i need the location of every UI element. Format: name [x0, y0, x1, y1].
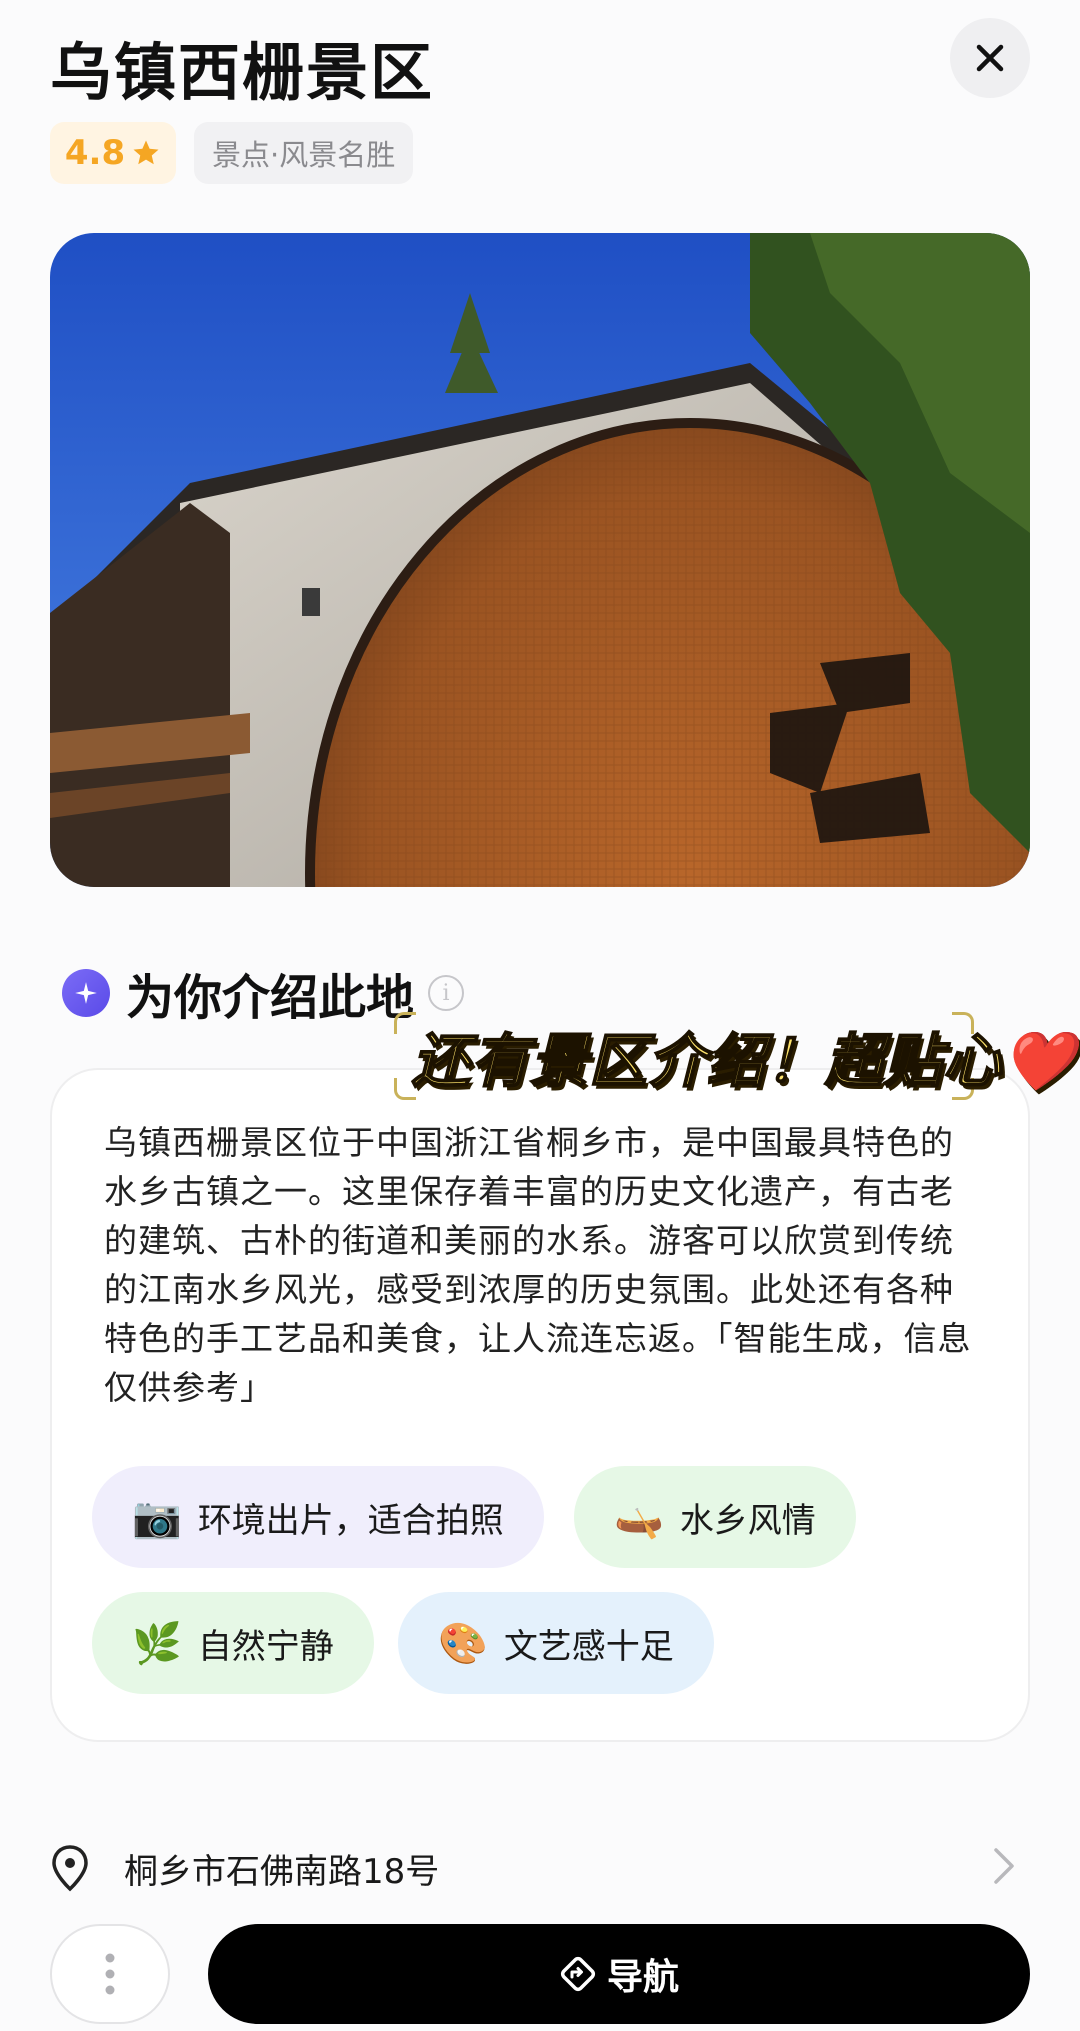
- intro-heading: 为你介绍此地: [126, 970, 415, 1026]
- category-badge: 景点·风景名胜: [194, 122, 414, 184]
- rating-value: 4.8: [64, 133, 126, 173]
- tag-photo[interactable]: 📷 环境出片，适合拍照: [92, 1466, 544, 1568]
- location-pin-icon: [52, 1845, 88, 1892]
- herb-icon: 🌿: [132, 1620, 182, 1667]
- page-title: 乌镇西栅景区: [50, 36, 435, 109]
- canoe-icon: 🛶: [614, 1494, 664, 1541]
- navigate-button[interactable]: 导航: [208, 1924, 1030, 2024]
- tag-artsy[interactable]: 🎨 文艺感十足: [398, 1592, 714, 1694]
- tag-label: 自然宁静: [197, 1626, 334, 1667]
- overlay-caption: 还有景区介绍！超贴心❤️: [394, 1000, 1075, 1100]
- overlay-caption-text: 还有景区介绍！超贴心❤️: [411, 1026, 1076, 1096]
- camera-icon: 📷: [132, 1494, 182, 1541]
- more-button[interactable]: [50, 1924, 170, 2024]
- intro-card: 乌镇西栅景区位于中国浙江省桐乡市，是中国最具特色的水乡古镇之一。这里保存着丰富的…: [50, 1068, 1030, 1742]
- ai-sparkle-icon: [62, 969, 110, 1017]
- scenic-photo[interactable]: [50, 233, 1030, 887]
- tag-label: 水乡风情: [679, 1500, 816, 1541]
- tag-label: 文艺感十足: [503, 1626, 674, 1667]
- chevron-right-icon: [994, 1848, 1014, 1884]
- star-icon: [133, 140, 159, 165]
- rating-badge: 4.8: [50, 122, 176, 184]
- tag-label: 环境出片，适合拍照: [197, 1500, 504, 1541]
- close-icon: [976, 44, 1004, 72]
- navigation-icon: [560, 1956, 596, 1992]
- tag-nature[interactable]: 🌿 自然宁静: [92, 1592, 374, 1694]
- navigate-label: 导航: [606, 1957, 679, 1998]
- palette-icon: 🎨: [438, 1620, 488, 1667]
- more-vertical-icon: [105, 1953, 115, 1995]
- tag-water-town[interactable]: 🛶 水乡风情: [574, 1466, 856, 1568]
- address-text: 桐乡市石佛南路18号: [124, 1851, 440, 1892]
- address-row[interactable]: 桐乡市石佛南路18号: [50, 1836, 1030, 1900]
- intro-description: 乌镇西栅景区位于中国浙江省桐乡市，是中国最具特色的水乡古镇之一。这里保存着丰富的…: [104, 1123, 972, 1407]
- close-button[interactable]: [950, 18, 1030, 98]
